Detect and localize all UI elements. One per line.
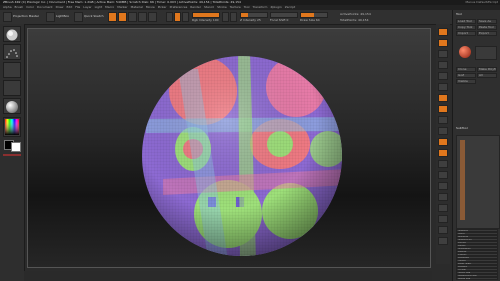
tray-section-normal-map[interactable]: Normal Map [456, 277, 498, 280]
tray-row-export[interactable]: Export [477, 31, 497, 36]
brush-selector[interactable] [3, 26, 21, 42]
quick-sketch-button[interactable] [74, 12, 83, 22]
projection-master-button[interactable] [3, 12, 12, 22]
move-button[interactable] [128, 12, 137, 22]
lightbox-button[interactable] [46, 12, 55, 22]
rgb-intensity-label: Rgb Intensity 100 [192, 18, 219, 22]
focal-shift-label: Focal Shift 0 [270, 18, 289, 22]
secondary-color-swatch[interactable] [11, 142, 21, 152]
tray-row-copy-tool[interactable]: Copy Tool [456, 25, 476, 30]
shelf-zoom-button[interactable] [438, 61, 448, 69]
window-title: ZBrush 4R2 (C) Pixologic Inc. | Document… [3, 0, 241, 4]
draw-button[interactable] [118, 12, 127, 22]
right-tray: Tool Load Tool Save As Copy Tool Paste Tool… [452, 10, 500, 281]
shelf-xpose-button[interactable] [438, 237, 448, 245]
alpha-selector[interactable] [3, 62, 21, 78]
shelf-transp-button[interactable] [438, 204, 448, 212]
sphere-viewport [142, 56, 342, 256]
tool-thumbnail-grid[interactable] [475, 46, 497, 60]
tray-row-make-polymesh3d[interactable]: Make PolyMesh3D [477, 67, 497, 72]
texture-selector[interactable] [3, 80, 21, 96]
tray-row-paste-tool[interactable]: Paste Tool [477, 25, 497, 30]
stroke-selector[interactable] [3, 44, 21, 60]
shelf-local-button[interactable] [438, 116, 448, 124]
tool-tray-header: Tool [456, 12, 462, 16]
tool-thumbnail-sphere[interactable] [459, 46, 471, 58]
subtool-panel[interactable] [456, 135, 500, 229]
projection-master-label: Projection Master [13, 14, 40, 18]
rotate-button[interactable] [148, 12, 157, 22]
shelf-polyf-button[interactable] [438, 193, 448, 201]
tray-row-clone[interactable]: Clone [456, 67, 476, 72]
shelf-solo-button[interactable] [438, 226, 448, 234]
color-picker[interactable] [3, 117, 21, 137]
tray-row-all[interactable]: All [477, 73, 497, 78]
edit-button[interactable] [108, 12, 117, 22]
shelf-rotate-button[interactable] [438, 182, 448, 190]
right-shelf [436, 24, 450, 264]
total-points-readout: TotalPoints: 49,154 [340, 18, 369, 22]
shelf-actual-button[interactable] [438, 72, 448, 80]
quick-sketch-label: Quick Sketch [84, 14, 104, 18]
shelf-persp-button[interactable] [438, 94, 448, 102]
subtool-header[interactable]: SubTool [456, 126, 498, 131]
shelf-xyz-button[interactable] [438, 138, 448, 146]
material-selector[interactable] [3, 98, 21, 114]
shelf-lsym-button[interactable] [438, 127, 448, 135]
shelf-floor-button[interactable] [438, 105, 448, 113]
zadd-button[interactable] [222, 12, 229, 22]
standard-brush-icon [6, 29, 18, 41]
zsub-button[interactable] [230, 12, 237, 22]
dots-stroke-icon [6, 49, 18, 58]
active-points-readout: ActivePoints: 49,154 [340, 12, 371, 16]
scale-button[interactable] [138, 12, 147, 22]
zbrush-window: ZBrush 4R2 (C) Pixologic Inc. | Document… [0, 0, 500, 281]
bottom-shelf [24, 271, 432, 281]
left-shelf [0, 24, 25, 281]
tray-row-save-as[interactable]: Save As [477, 19, 497, 24]
z-intensity-label: Z Intensity 25 [240, 18, 261, 22]
color-swatches[interactable] [4, 140, 21, 152]
shelf-scale-button[interactable] [438, 171, 448, 179]
shelf-scroll-button[interactable] [438, 50, 448, 58]
shelf-move-button[interactable] [438, 160, 448, 168]
tray-row-import[interactable]: Import [456, 31, 476, 36]
switch-color-bar[interactable] [3, 154, 21, 156]
subtool-scroll-strip[interactable] [460, 140, 465, 220]
m-button[interactable] [182, 12, 189, 22]
draw-size-label: Draw Size 64 [300, 18, 320, 22]
shelf-bpr-button[interactable] [438, 28, 448, 36]
rgb-button[interactable] [174, 12, 181, 22]
tray-row-visible[interactable]: Visible [456, 79, 476, 84]
tray-row-goz[interactable]: GoZ [456, 73, 476, 78]
color-picker-icon [5, 119, 19, 135]
shelf-spix-button[interactable] [438, 39, 448, 47]
shelf-frame-button[interactable] [438, 149, 448, 157]
tray-row-load-tool[interactable]: Load Tool [456, 19, 476, 24]
shelf-aahalf-button[interactable] [438, 83, 448, 91]
lightbox-label: LightBox [56, 14, 70, 18]
document-canvas[interactable] [27, 28, 431, 268]
shelf-ghost-button[interactable] [438, 215, 448, 223]
material-sphere-icon [6, 101, 18, 113]
mrgb-button[interactable] [166, 12, 173, 22]
polypainted-sphere [142, 56, 342, 256]
top-tool-shelf: Projection Master LightBox Quick Sketch … [0, 10, 500, 25]
